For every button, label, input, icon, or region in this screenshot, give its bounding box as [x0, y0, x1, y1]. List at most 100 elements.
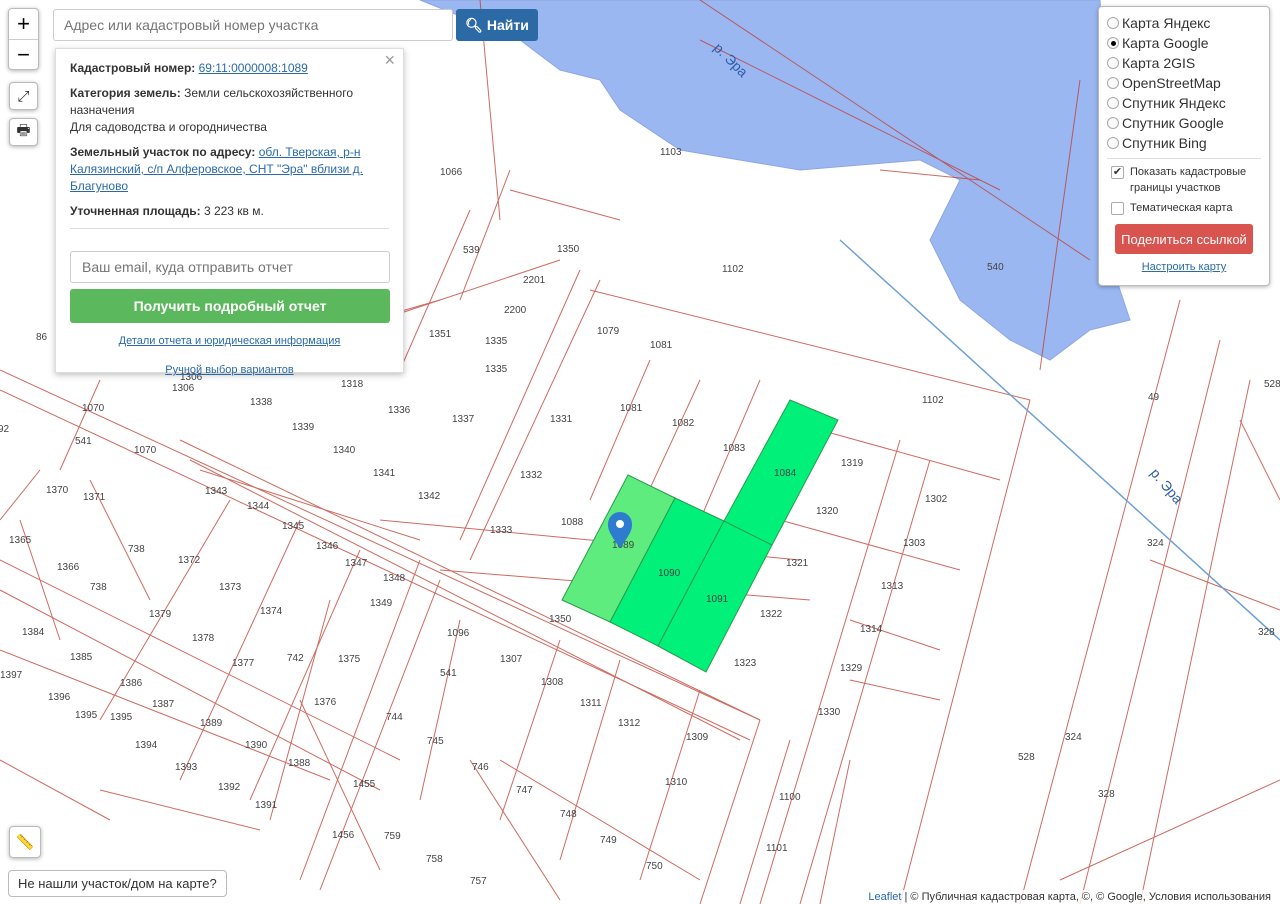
- area-label: Уточненная площадь:: [70, 204, 201, 218]
- parcel-label: 528: [1264, 379, 1280, 390]
- layer-option[interactable]: Карта Google: [1107, 33, 1261, 53]
- search-button[interactable]: 🔍︎ Найти: [456, 9, 538, 41]
- parcel-label: 1312: [618, 718, 641, 729]
- parcel-label: 1084: [774, 468, 797, 479]
- parcel-label: 1311: [580, 698, 602, 709]
- share-link-button[interactable]: Поделиться ссылкой: [1115, 224, 1253, 254]
- parcel-label: 1350: [549, 614, 572, 625]
- layer-option-label: Спутник Bing: [1122, 135, 1207, 151]
- layer-option[interactable]: Спутник Google: [1107, 113, 1261, 133]
- parcel-boundary: [99, 789, 261, 831]
- parcel-label: 1378: [192, 633, 215, 644]
- river-era: [419, 0, 1131, 361]
- parcel-label: 748: [560, 809, 577, 820]
- parcel-label: 1338: [250, 397, 273, 408]
- parcel-label: 1395: [75, 710, 98, 721]
- not-found-button[interactable]: Не нашли участок/дом на карте?: [8, 870, 227, 897]
- parcel-label: 1090: [658, 568, 681, 579]
- area-value: 3 223 кв м.: [203, 204, 264, 218]
- parcel-label: 541: [75, 436, 92, 447]
- search-input[interactable]: [53, 9, 453, 41]
- parcel-label: 1309: [686, 732, 709, 743]
- parcel-boundary: [1059, 779, 1280, 881]
- parcel-label: 1377: [232, 658, 255, 669]
- parcel-label: 758: [426, 854, 443, 865]
- parcel-boundary: [589, 359, 651, 501]
- parcel-label: 1102: [922, 395, 944, 406]
- parcel-label: 1306: [172, 383, 195, 394]
- layer-option[interactable]: Карта 2GIS: [1107, 53, 1261, 73]
- fullscreen-icon[interactable]: ⤢: [9, 82, 38, 110]
- parcel-boundary: [0, 649, 331, 781]
- parcel-label: 1374: [260, 606, 283, 617]
- parcel-label: 1456: [332, 830, 355, 841]
- parcel-label: 324: [1147, 538, 1164, 549]
- parcel-label: 1323: [734, 658, 757, 669]
- attribution: Leaflet | © Публичная кадастровая карта,…: [863, 890, 1276, 904]
- parcel-label: 1321: [786, 558, 809, 569]
- parcel-boundary: [0, 589, 381, 791]
- cad-label: Кадастровый номер:: [70, 61, 196, 75]
- parcel-label: 1329: [840, 663, 863, 674]
- zoom-out-button[interactable]: −: [9, 39, 38, 69]
- parcel-label: 1344: [247, 501, 270, 512]
- parcel-label: 1079: [597, 326, 620, 337]
- layer-option[interactable]: Карта Яндекс: [1107, 13, 1261, 33]
- layer-option-label: Спутник Google: [1122, 115, 1224, 131]
- close-icon[interactable]: ×: [384, 51, 395, 69]
- parcel-label: 2201: [523, 275, 546, 286]
- show-borders-checkbox[interactable]: ✔ Показать кадастровые границы участков: [1107, 164, 1261, 196]
- parcel-label: 1081: [620, 403, 643, 414]
- parcel-label: 1100: [779, 792, 801, 803]
- address-label: Земельный участок по адресу:: [70, 145, 256, 159]
- parcel-label: 1395: [110, 712, 133, 723]
- cad-number-link[interactable]: 69:11:0000008:1089: [199, 61, 308, 75]
- parcel-label: 1348: [383, 573, 406, 584]
- parcel-label: 1303: [903, 538, 926, 549]
- parcel-label: 1342: [418, 491, 441, 502]
- parcel-boundary: [1139, 379, 1251, 904]
- layer-option[interactable]: Спутник Bing: [1107, 133, 1261, 153]
- layer-option-label: Спутник Яндекс: [1122, 95, 1226, 111]
- parcel-label: 1081: [650, 340, 673, 351]
- parcel-label: 1365: [9, 535, 32, 546]
- parcel-label: 750: [646, 861, 663, 872]
- parcel-boundary: [269, 599, 331, 821]
- ruler-icon[interactable]: 📏: [9, 826, 41, 858]
- report-details-link[interactable]: Детали отчета и юридическая информация: [119, 335, 341, 347]
- river-label: р. Эра: [1148, 465, 1187, 507]
- layer-option[interactable]: OpenStreetMap: [1107, 73, 1261, 93]
- parcel-label: 1390: [245, 740, 268, 751]
- print-icon[interactable]: 🖶: [9, 118, 38, 146]
- get-report-button[interactable]: Получить подробный отчет: [70, 289, 390, 323]
- parcel-label: 1066: [440, 167, 463, 178]
- parcel-label: 528: [1018, 752, 1035, 763]
- parcel-label: 1386: [120, 678, 143, 689]
- parcel-label: 1103: [660, 147, 682, 158]
- parcel-label: 2200: [504, 305, 527, 316]
- parcel-label: 1320: [816, 506, 839, 517]
- parcel-label: 747: [516, 785, 533, 796]
- radio-icon: [1107, 97, 1119, 109]
- parcel-label: 1371: [83, 492, 106, 503]
- parcel-boundary: [379, 259, 561, 321]
- parcel-label: 328: [1098, 789, 1115, 800]
- configure-map-link[interactable]: Настроить карту: [1107, 261, 1261, 273]
- parcel-label: 1366: [57, 562, 80, 573]
- thematic-checkbox[interactable]: Тематическая карта: [1107, 200, 1261, 216]
- leaflet-link[interactable]: Leaflet: [868, 891, 901, 903]
- layer-option[interactable]: Спутник Яндекс: [1107, 93, 1261, 113]
- parcel-label: 1091: [706, 594, 729, 605]
- manual-select-link[interactable]: Ручной выбор вариантов: [165, 364, 293, 376]
- parcel-label: 1375: [338, 654, 361, 665]
- parcel-label: 1350: [557, 244, 580, 255]
- parcel-boundary: [739, 739, 791, 904]
- parcel-label: 1339: [292, 422, 315, 433]
- parcel-label: 1394: [135, 740, 158, 751]
- parcel-boundary: [0, 469, 41, 521]
- parcel-label: 1370: [46, 485, 69, 496]
- parcel-label: 1379: [149, 609, 172, 620]
- parcel-label: 1319: [841, 458, 864, 469]
- email-input[interactable]: [70, 251, 390, 283]
- zoom-in-button[interactable]: +: [9, 9, 38, 39]
